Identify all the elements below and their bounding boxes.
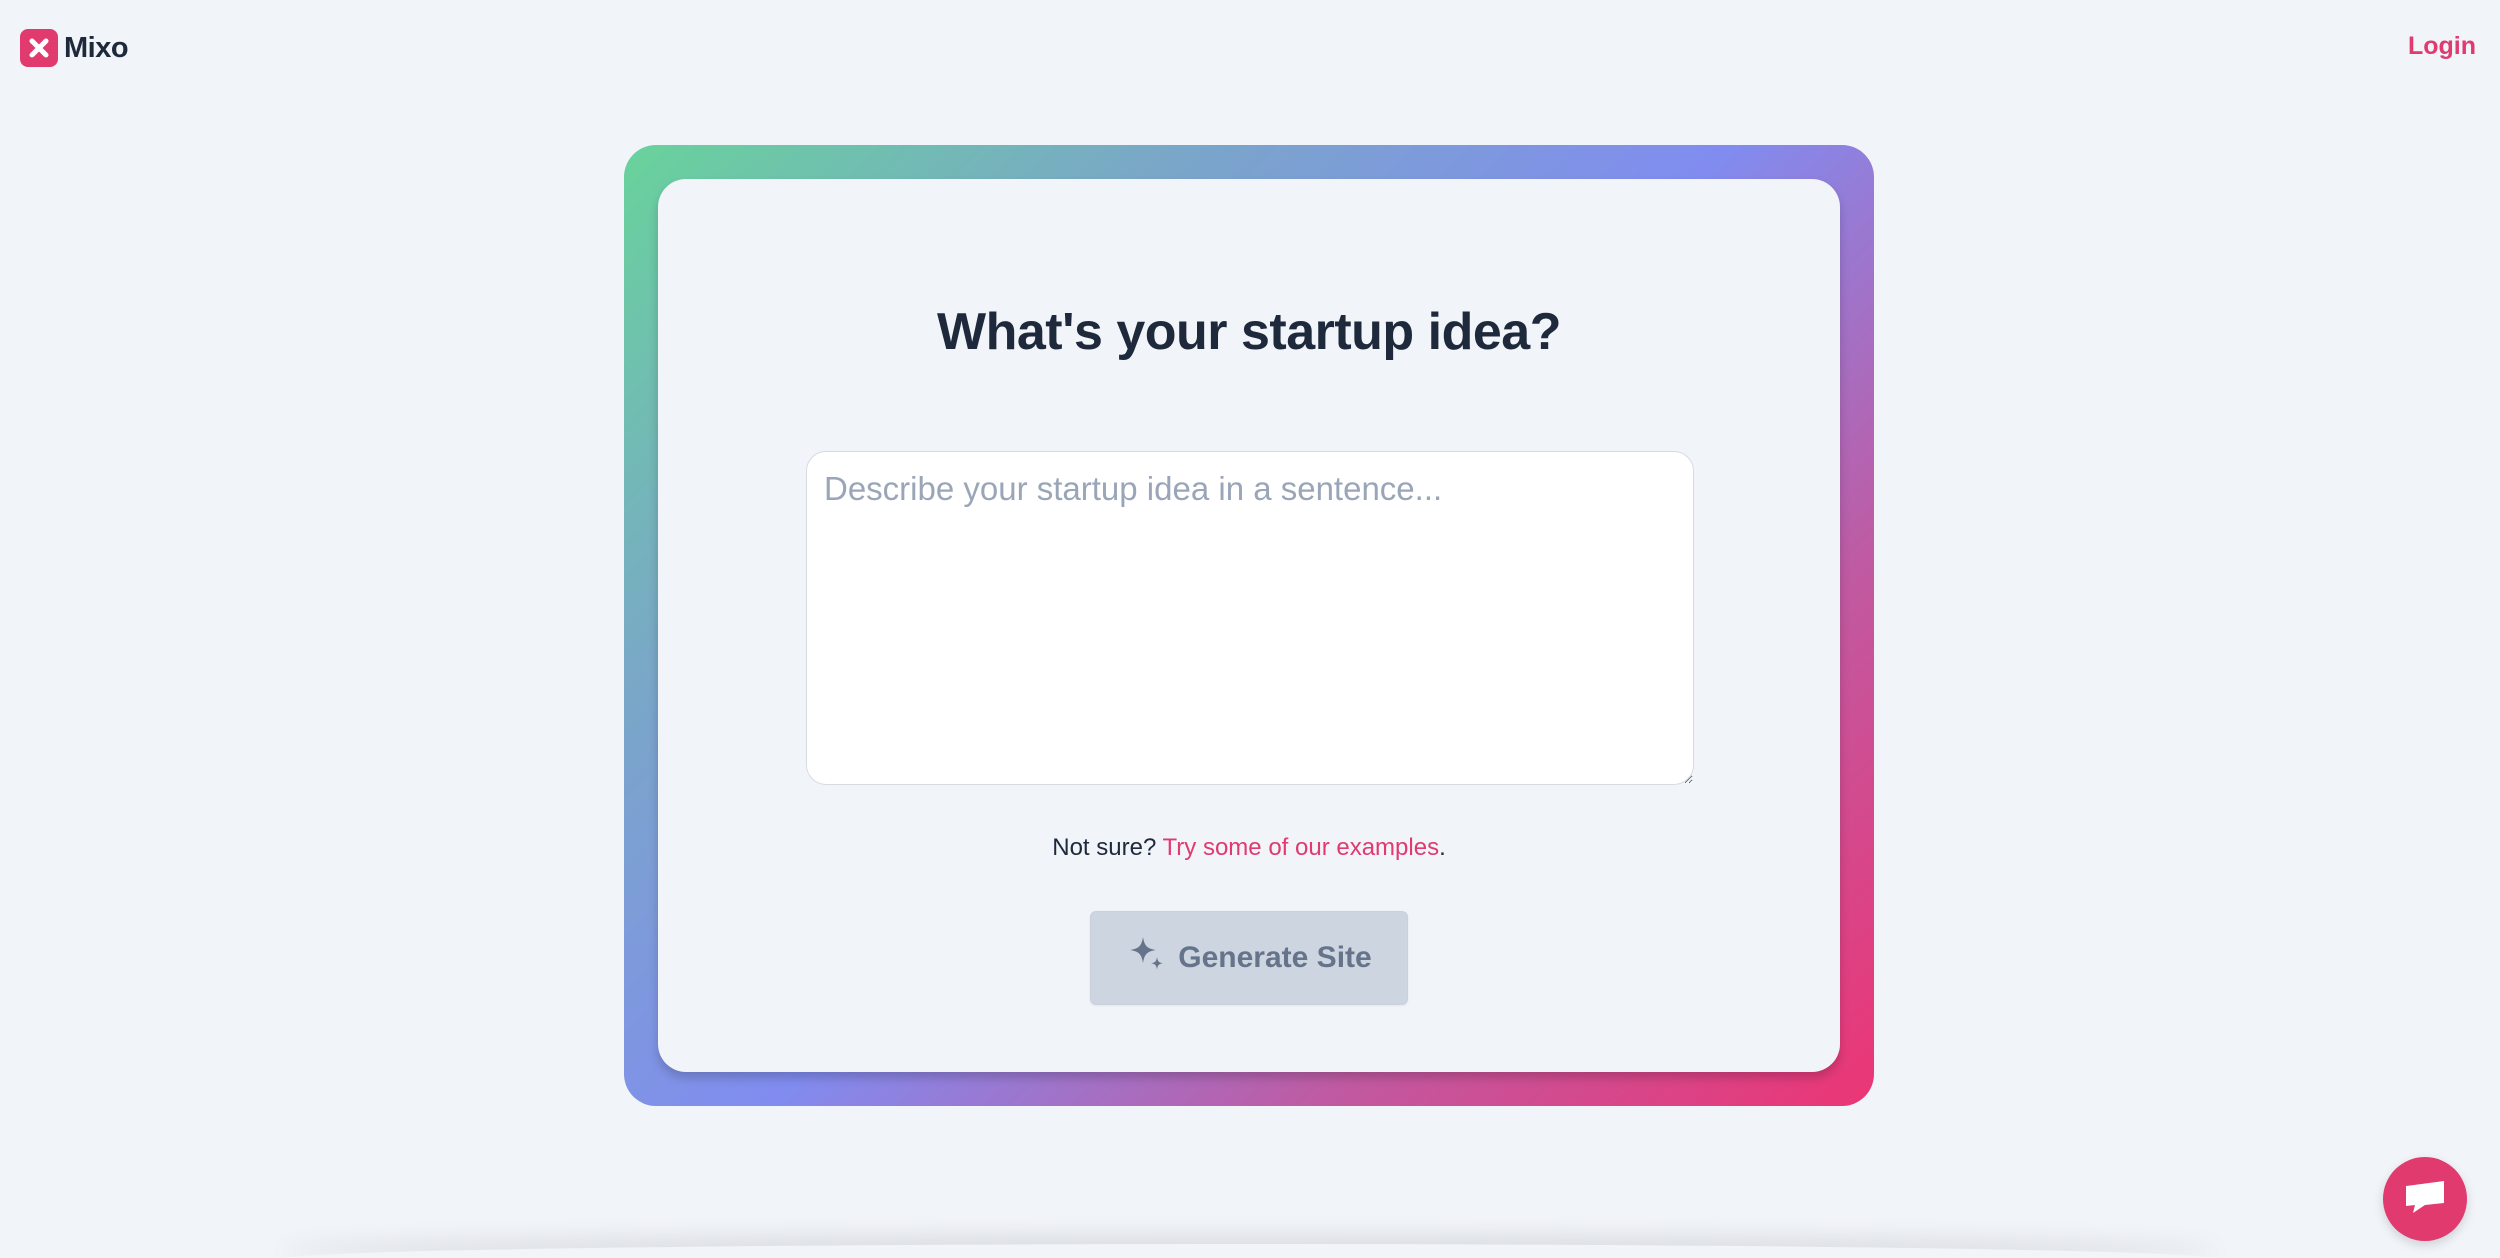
chat-bubble-icon <box>2403 1177 2447 1222</box>
helper-prefix: Not sure? <box>1052 834 1157 861</box>
page-title: What's your startup idea? <box>937 303 1561 361</box>
generate-site-button[interactable]: Generate Site <box>1090 911 1408 1005</box>
examples-helper: Not sure? Try some of our examples. <box>658 834 1840 862</box>
mixo-logo-icon <box>20 29 58 67</box>
idea-card: What's your startup idea? Not sure? Try … <box>658 179 1840 1072</box>
sparkles-icon <box>1126 933 1168 983</box>
examples-link[interactable]: Try some of our examples <box>1163 834 1440 861</box>
brand-logo[interactable]: Mixo <box>20 29 129 67</box>
generate-site-label: Generate Site <box>1178 941 1372 974</box>
chat-launcher-button[interactable] <box>2383 1157 2467 1241</box>
gradient-frame: What's your startup idea? Not sure? Try … <box>624 145 1874 1106</box>
login-link[interactable]: Login <box>2408 32 2476 61</box>
footer-shadow <box>280 1244 2220 1258</box>
page: Mixo Login What's your startup idea? Not… <box>0 0 2500 1258</box>
brand-name: Mixo <box>64 31 129 64</box>
helper-suffix: . <box>1439 834 1446 861</box>
startup-idea-input[interactable] <box>806 451 1694 785</box>
